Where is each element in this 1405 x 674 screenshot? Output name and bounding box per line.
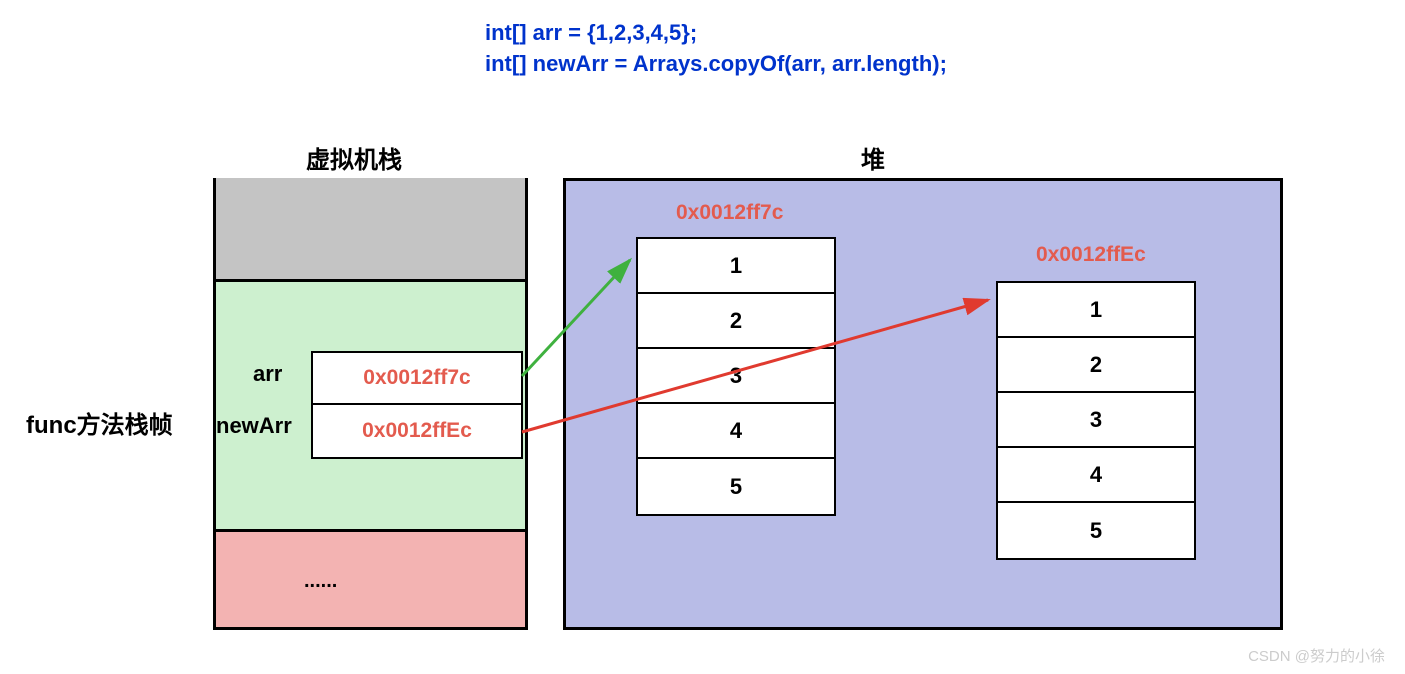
- arr1-cell: 4: [638, 404, 834, 459]
- watermark: CSDN @努力的小徐: [1248, 645, 1385, 666]
- code-line-2: int[] newArr = Arrays.copyOf(arr, arr.le…: [485, 49, 947, 80]
- heap-addr-2: 0x0012ffEc: [1036, 243, 1146, 267]
- arr2-cell: 5: [998, 503, 1194, 558]
- stack-dots: ......: [304, 570, 337, 593]
- func-frame: arr newArr 0x0012ff7c 0x0012ffEc: [216, 282, 525, 532]
- var-arr-label: arr: [253, 361, 282, 387]
- arr2-cell: 1: [998, 283, 1194, 338]
- arr1-cell: 1: [638, 239, 834, 294]
- var-arr-value: 0x0012ff7c: [313, 353, 521, 405]
- stack-title: 虚拟机栈: [306, 140, 402, 175]
- code-snippet: int[] arr = {1,2,3,4,5}; int[] newArr = …: [485, 18, 947, 80]
- arr2-cell: 4: [998, 448, 1194, 503]
- stack-bottom-frame: ......: [216, 532, 525, 627]
- code-line-1: int[] arr = {1,2,3,4,5};: [485, 18, 947, 49]
- heap-title: 堆: [861, 140, 885, 175]
- arr1-cell: 5: [638, 459, 834, 514]
- func-frame-label: func方法栈帧: [26, 405, 173, 440]
- var-newarr-label: newArr: [216, 413, 292, 439]
- arr1-cell: 3: [638, 349, 834, 404]
- heap-array-1: 1 2 3 4 5: [636, 237, 836, 516]
- var-table: 0x0012ff7c 0x0012ffEc: [311, 351, 523, 459]
- stack-top-frame: [216, 178, 525, 282]
- stack-container: arr newArr 0x0012ff7c 0x0012ffEc ......: [213, 178, 528, 630]
- arr2-cell: 2: [998, 338, 1194, 393]
- arr1-cell: 2: [638, 294, 834, 349]
- var-newarr-value: 0x0012ffEc: [313, 405, 521, 457]
- heap-addr-1: 0x0012ff7c: [676, 201, 783, 225]
- arr2-cell: 3: [998, 393, 1194, 448]
- heap-array-2: 1 2 3 4 5: [996, 281, 1196, 560]
- heap-container: 0x0012ff7c 0x0012ffEc 1 2 3 4 5 1 2 3 4 …: [563, 178, 1283, 630]
